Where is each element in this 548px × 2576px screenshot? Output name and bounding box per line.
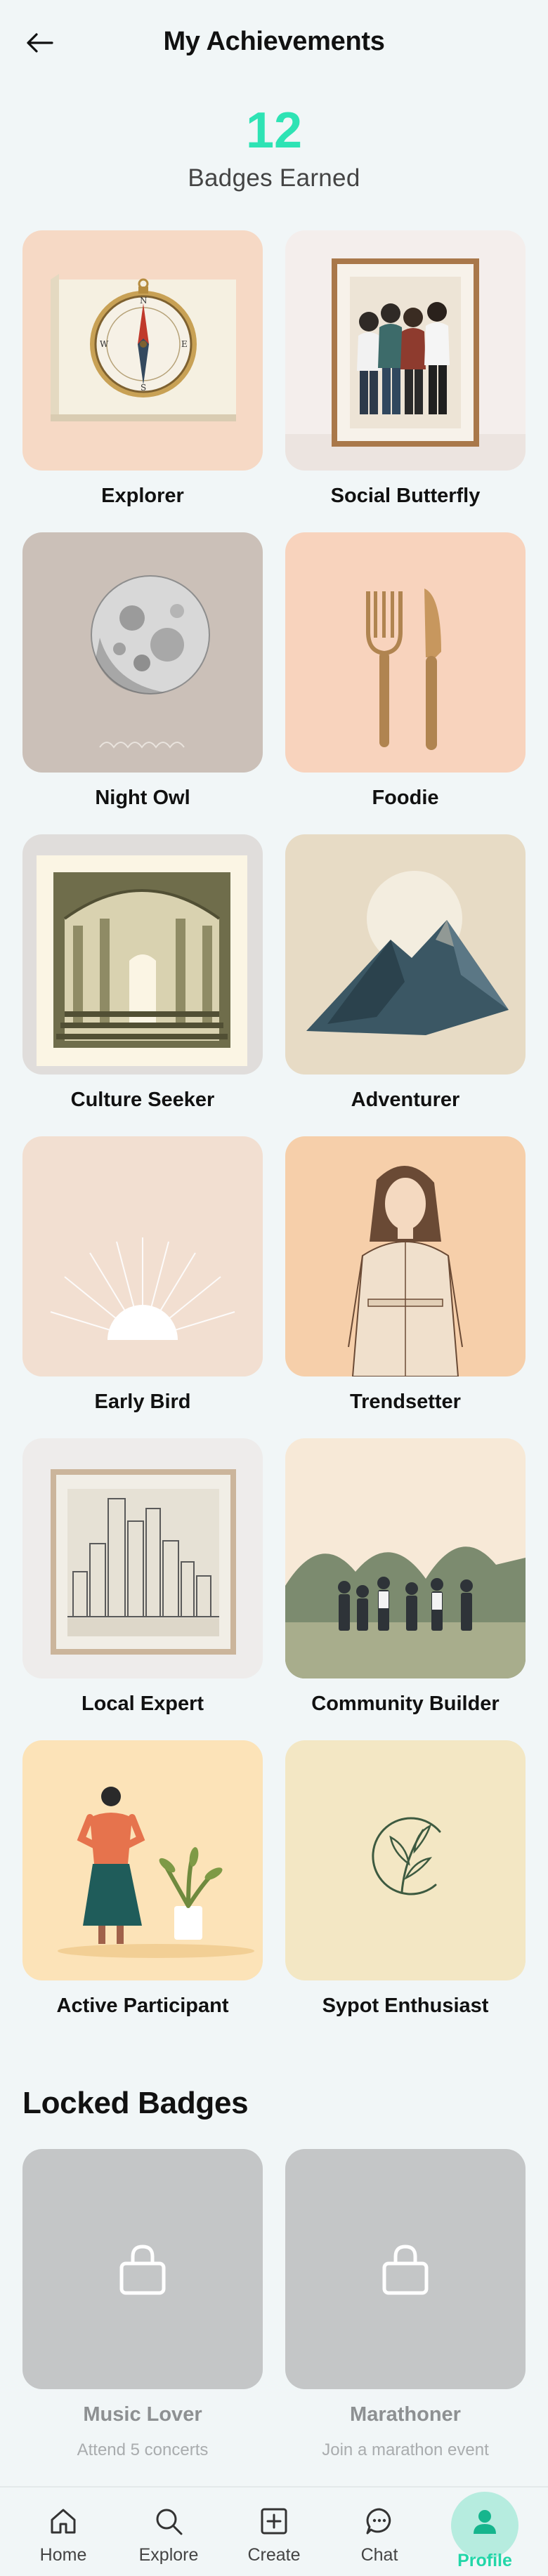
- svg-text:N: N: [140, 296, 148, 305]
- leaf-circle-icon: [285, 1740, 526, 1980]
- badges-grid: N S W E Explorer Social Butterfly Night …: [22, 230, 526, 2042]
- badge-name: Night Owl: [95, 787, 190, 809]
- mountain-icon: [285, 834, 526, 1075]
- badge-tile: [22, 1438, 263, 1678]
- badge-tile: [22, 1136, 263, 1376]
- nav-label: Create: [247, 2545, 301, 2565]
- locked-badge-music-lover[interactable]: Music Lover Attend 5 concerts: [22, 2149, 263, 2459]
- locked-badge-name: Marathoner: [350, 2403, 461, 2426]
- badge-tile: [22, 532, 263, 773]
- badge-culture-seeker[interactable]: Culture Seeker: [22, 834, 263, 1136]
- nav-item-profile[interactable]: Profile: [443, 2488, 527, 2576]
- badge-name: Culture Seeker: [70, 1089, 215, 1111]
- nav-label: Home: [39, 2545, 87, 2565]
- badge-name: Community Builder: [311, 1693, 500, 1715]
- badge-name: Local Expert: [81, 1693, 204, 1715]
- chat-icon: [366, 2508, 391, 2535]
- home-icon: [51, 2509, 76, 2534]
- badge-night-owl[interactable]: Night Owl: [22, 532, 263, 834]
- badge-adventurer[interactable]: Adventurer: [285, 834, 526, 1136]
- badge-active-participant[interactable]: Active Participant: [22, 1740, 263, 2042]
- badge-count: 12: [245, 103, 303, 159]
- badge-name: Active Participant: [56, 1995, 229, 2017]
- svg-text:E: E: [181, 339, 188, 349]
- moon-icon: [22, 532, 263, 773]
- badge-tile: N S W E: [22, 230, 263, 471]
- locked-badge-tile: [285, 2149, 526, 2389]
- badge-explorer[interactable]: N S W E Explorer: [22, 230, 263, 532]
- city-skyline-icon: [22, 1438, 263, 1678]
- fashion-woman-icon: [285, 1136, 526, 1376]
- nav-label: Profile: [457, 2551, 512, 2570]
- sunrise-icon: [22, 1136, 263, 1376]
- locked-badge-description: Join a marathon event: [322, 2440, 489, 2459]
- friends-icon: [285, 230, 526, 471]
- locked-badge-marathoner[interactable]: Marathoner Join a marathon event: [285, 2149, 526, 2459]
- search-icon: [156, 2509, 183, 2535]
- nav-item-explore[interactable]: Explore: [126, 2488, 211, 2576]
- nav-item-home[interactable]: Home: [21, 2488, 105, 2576]
- badge-tile: [285, 834, 526, 1075]
- badge-local-expert[interactable]: Local Expert: [22, 1438, 263, 1740]
- badge-name: Social Butterfly: [330, 485, 481, 507]
- svg-text:S: S: [141, 383, 146, 393]
- nav-label: Chat: [360, 2545, 398, 2565]
- nav-label: Explore: [138, 2545, 199, 2565]
- badge-name: Trendsetter: [350, 1391, 461, 1413]
- badge-community-builder[interactable]: Community Builder: [285, 1438, 526, 1740]
- badge-foodie[interactable]: Foodie: [285, 532, 526, 834]
- badge-sypot-enthusiast[interactable]: Sypot Enthusiast: [285, 1740, 526, 2042]
- locked-badge-name: Music Lover: [83, 2403, 202, 2426]
- badge-social-butterfly[interactable]: Social Butterfly: [285, 230, 526, 532]
- badge-name: Early Bird: [94, 1391, 191, 1413]
- museum-hall-icon: [22, 834, 263, 1075]
- badge-tile: [285, 1740, 526, 1980]
- page-title: My Achievements: [163, 27, 385, 56]
- badge-tile: [285, 532, 526, 773]
- active-person-icon: [22, 1740, 263, 1980]
- badge-name: Sypot Enthusiast: [322, 1995, 489, 2017]
- header: My Achievements: [0, 0, 548, 86]
- badge-name: Explorer: [101, 485, 184, 507]
- badge-tile: [22, 834, 263, 1075]
- locked-badge-description: Attend 5 concerts: [77, 2440, 209, 2459]
- badge-name: Foodie: [372, 787, 439, 809]
- lock-icon: [119, 2245, 166, 2295]
- svg-text:W: W: [100, 339, 109, 349]
- bottom-nav: Home Explore Create Chat Profile: [0, 2486, 548, 2576]
- nav-item-create[interactable]: Create: [232, 2488, 316, 2576]
- locked-badges-title: Locked Badges: [22, 2086, 249, 2120]
- user-icon: [474, 2510, 496, 2534]
- badge-tile: [285, 230, 526, 471]
- locked-badge-tile: [22, 2149, 263, 2389]
- badge-count-label: Badges Earned: [188, 164, 360, 192]
- badge-trendsetter[interactable]: Trendsetter: [285, 1136, 526, 1438]
- badge-name: Adventurer: [351, 1089, 460, 1111]
- community-group-icon: [285, 1438, 526, 1678]
- plus-square-icon: [261, 2508, 287, 2535]
- nav-item-chat[interactable]: Chat: [337, 2488, 422, 2576]
- locked-badges-grid: Music Lover Attend 5 concerts Marathoner…: [22, 2149, 526, 2459]
- fork-knife-icon: [285, 532, 526, 773]
- badge-tile: [285, 1438, 526, 1678]
- lock-icon: [382, 2245, 429, 2295]
- badge-early-bird[interactable]: Early Bird: [22, 1136, 263, 1438]
- compass-icon: N S W E: [22, 230, 263, 471]
- badge-tile: [285, 1136, 526, 1376]
- badge-tile: [22, 1740, 263, 1980]
